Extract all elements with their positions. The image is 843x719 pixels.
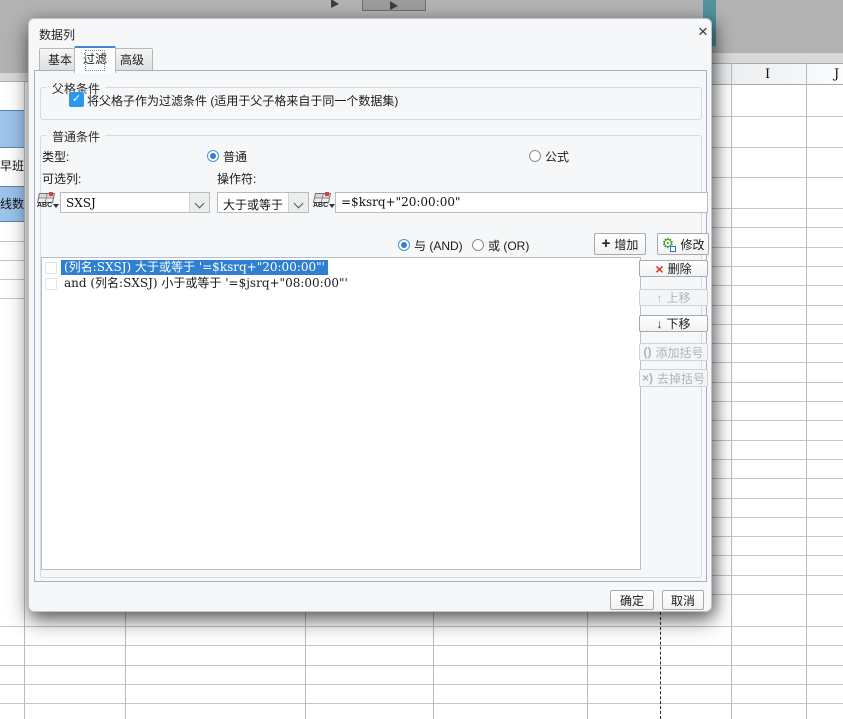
- operator-select[interactable]: 大于或等于: [217, 192, 309, 213]
- button-label: 删除: [667, 262, 692, 276]
- column-header-I[interactable]: I: [765, 67, 770, 82]
- toolbar-icon[interactable]: [331, 0, 340, 9]
- type-label: 类型:: [42, 150, 70, 164]
- column-select-value: SXSJ: [66, 196, 96, 210]
- dropdown-button[interactable]: [288, 193, 308, 212]
- move-up-button[interactable]: ↑ 上移: [639, 289, 708, 306]
- gear-icon: ⚙: [661, 235, 677, 252]
- column-header-J[interactable]: J: [834, 67, 839, 82]
- radio-and-label[interactable]: 与 (AND): [414, 237, 463, 254]
- dialog-title: 数据列: [39, 28, 76, 42]
- tab-advanced[interactable]: 高级: [111, 48, 154, 71]
- radio-or[interactable]: [472, 239, 484, 251]
- filter-tab-page: 父格条件 ✓ 将父格子作为过滤条件 (适用于父子格来自于同一个数据集) 普通条件…: [34, 70, 709, 582]
- column-select[interactable]: SXSJ: [60, 192, 210, 213]
- add-condition-button[interactable]: + 增加: [594, 233, 646, 255]
- condition-checkbox[interactable]: [45, 262, 57, 274]
- radio-formula[interactable]: [529, 150, 541, 162]
- remove-brackets-icon: ×): [641, 371, 653, 385]
- operator-select-value: 大于或等于: [223, 198, 284, 212]
- tab-label: 过滤: [83, 48, 107, 73]
- condition-text: (列名:SXSJ) 大于或等于 '=$ksrq+"20:00:00"': [61, 260, 328, 275]
- modify-condition-button[interactable]: ⚙ 修改: [657, 233, 709, 255]
- screen: I J 早班 线数 数据列 × 基本 过滤 高级 父格条件 ✓ 将父格子作为过滤…: [0, 0, 843, 719]
- radio-normal-label[interactable]: 普通: [223, 148, 247, 165]
- condition-checkbox[interactable]: [45, 278, 57, 290]
- ok-button[interactable]: 确定: [610, 590, 654, 610]
- chevron-down-icon: [293, 198, 304, 209]
- brackets-icon: (): [643, 345, 652, 359]
- button-label: 确定: [619, 593, 644, 608]
- run-button[interactable]: [362, 0, 426, 11]
- arrow-down-icon: ↓: [656, 316, 663, 331]
- cell-morning-shift[interactable]: 早班: [0, 148, 24, 186]
- radio-and[interactable]: [398, 239, 410, 251]
- value-input[interactable]: =$ksrq+"20:00:00": [335, 192, 708, 213]
- string-column-icon[interactable]: ABC: [36, 192, 59, 214]
- cell-text: 线数: [0, 197, 24, 211]
- data-column-dialog: 数据列 × 基本 过滤 高级 父格条件 ✓ 将父格子作为过滤条件 (适用于父子格…: [28, 18, 712, 612]
- button-label: 增加: [614, 237, 639, 252]
- delete-button[interactable]: × 删除: [639, 260, 708, 277]
- available-column-label: 可选列:: [42, 172, 82, 186]
- condition-row[interactable]: and (列名:SXSJ) 小于或等于 '=$jsrq+"08:00:00"': [42, 276, 640, 291]
- button-label: 添加括号: [655, 345, 704, 360]
- operator-label: 操作符:: [217, 172, 257, 186]
- condition-list[interactable]: (列名:SXSJ) 大于或等于 '=$ksrq+"20:00:00"' and …: [41, 257, 641, 570]
- selected-cell-line-count[interactable]: 线数: [0, 186, 24, 222]
- remove-brackets-button[interactable]: ×) 去掉括号: [639, 369, 708, 387]
- plus-icon: +: [601, 235, 611, 252]
- cancel-button[interactable]: 取消: [662, 590, 704, 610]
- move-down-button[interactable]: ↓ 下移: [639, 315, 708, 332]
- close-icon[interactable]: ×: [693, 22, 713, 42]
- cell-text: 早班: [0, 159, 24, 173]
- page-break-line: [660, 612, 661, 719]
- parent-filter-checkbox[interactable]: ✓: [69, 92, 84, 107]
- radio-formula-label[interactable]: 公式: [545, 148, 569, 165]
- delete-x-icon: ×: [655, 260, 664, 277]
- play-icon: [390, 1, 398, 10]
- parent-filter-checkbox-label[interactable]: 将父格子作为过滤条件 (适用于父子格来自于同一个数据集): [87, 92, 398, 109]
- dropdown-button[interactable]: [189, 193, 209, 212]
- button-label: 去掉括号: [657, 371, 706, 386]
- string-value-icon[interactable]: ABC: [312, 192, 335, 214]
- radio-normal[interactable]: [207, 150, 219, 162]
- arrow-up-icon: ↑: [656, 290, 663, 305]
- button-label: 下移: [666, 317, 691, 331]
- condition-row[interactable]: (列名:SXSJ) 大于或等于 '=$ksrq+"20:00:00"': [42, 260, 640, 275]
- tab-filter[interactable]: 过滤: [74, 46, 117, 73]
- check-icon: ✓: [71, 93, 82, 105]
- app-toolbar-left: [0, 53, 28, 74]
- tab-label: 基本: [48, 53, 73, 67]
- button-label: 取消: [670, 593, 695, 608]
- chevron-down-icon: [194, 198, 205, 209]
- condition-text: and (列名:SXSJ) 小于或等于 '=$jsrq+"08:00:00"': [64, 276, 348, 290]
- button-label: 上移: [666, 291, 691, 305]
- add-brackets-button[interactable]: () 添加括号: [639, 343, 708, 361]
- group-title: 普通条件: [47, 128, 106, 145]
- tab-label: 高级: [120, 53, 145, 67]
- selected-cell[interactable]: [0, 110, 24, 148]
- button-label: 修改: [680, 237, 705, 252]
- radio-or-label[interactable]: 或 (OR): [488, 237, 529, 254]
